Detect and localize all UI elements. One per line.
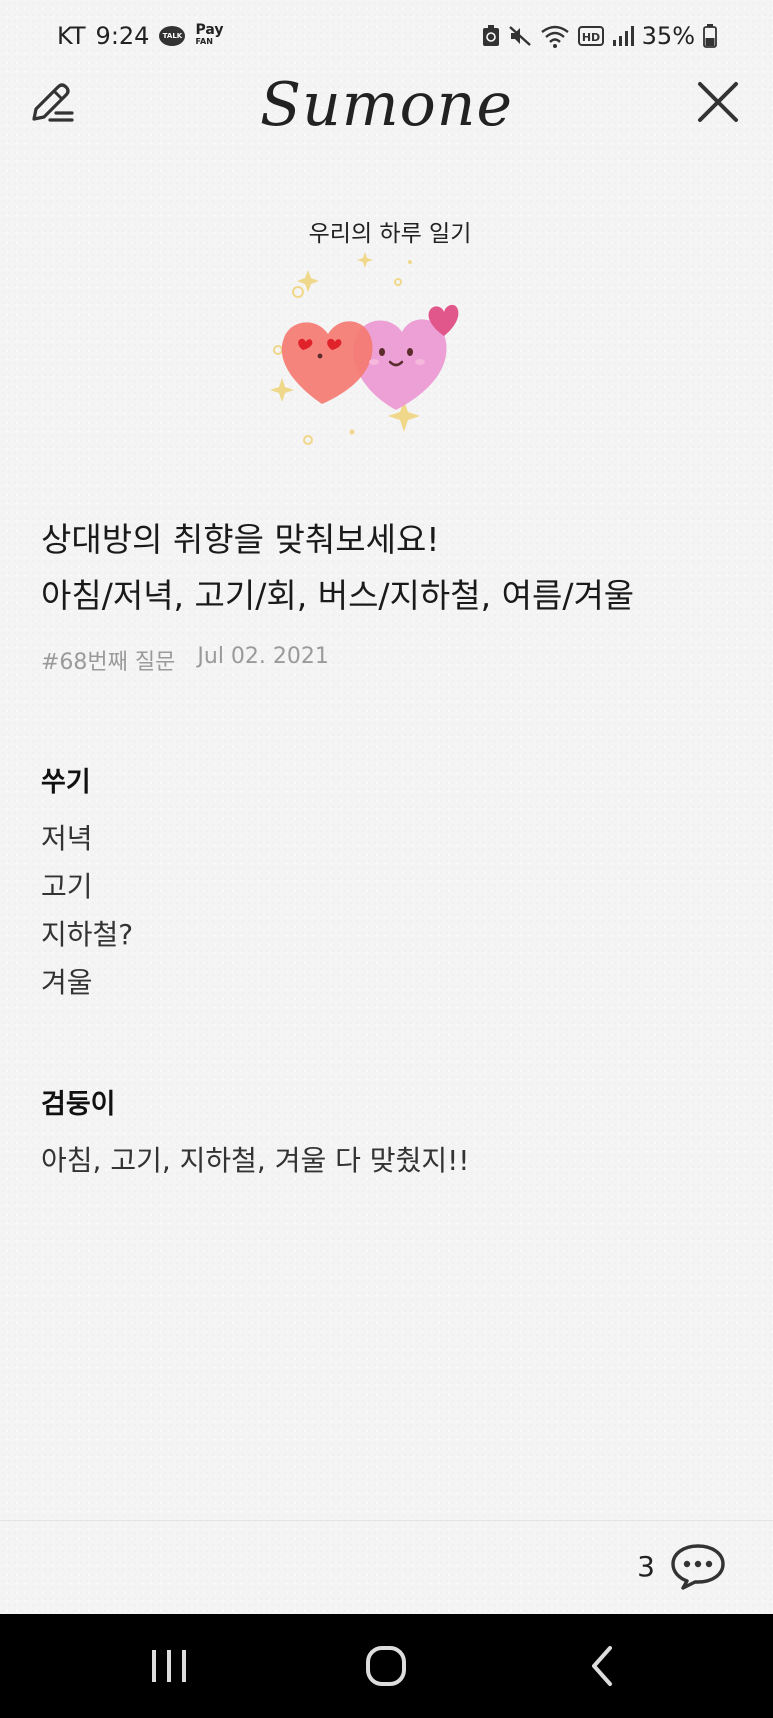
comment-count: 3	[637, 1549, 655, 1583]
answer-card: 검둥이 아침, 고기, 지하철, 겨울 다 맞췄지!!	[41, 1082, 741, 1185]
recent-apps-icon[interactable]	[144, 1644, 194, 1688]
question-options: 아침/저녁, 고기/회, 버스/지하철, 여름/겨울	[41, 576, 635, 615]
battery-saver-icon	[482, 25, 499, 46]
answer-line: 고기	[41, 870, 93, 903]
system-nav-bar	[0, 1614, 773, 1718]
chat-bubble-icon[interactable]	[669, 1542, 727, 1590]
battery-percent: 35%	[641, 22, 695, 50]
answer-text: 아침, 고기, 지하철, 겨울 다 맞췄지!!	[41, 1137, 741, 1185]
question-date: Jul 02. 2021	[197, 644, 329, 669]
status-bar: KT 9:24 TALK Pay FAN HD 35%	[0, 0, 773, 70]
diary-illustration: 우리의 하루 일기	[270, 210, 510, 460]
comment-button[interactable]: 3	[637, 1542, 727, 1590]
battery-icon	[703, 24, 717, 48]
svg-text:HD: HD	[581, 31, 599, 44]
status-left: KT 9:24 TALK Pay FAN	[57, 22, 223, 50]
answer-line: 지하철?	[41, 918, 134, 951]
app-header: Sumone	[0, 70, 773, 175]
answer-card: 쑤기 저녁 고기 지하철? 겨울	[41, 760, 741, 1007]
question-title: 상대방의 취향을 맞춰보세요!	[41, 520, 440, 559]
carrier-label: KT	[57, 22, 86, 50]
answer-line: 겨울	[41, 966, 93, 999]
answer-line: 아침, 고기, 지하철, 겨울 다 맞췄지!!	[41, 1144, 470, 1177]
status-right: HD 35%	[482, 22, 717, 50]
answer-author: 검둥이	[41, 1089, 116, 1120]
close-icon[interactable]	[695, 79, 741, 125]
home-icon[interactable]	[361, 1644, 411, 1688]
question-block: 상대방의 취향을 맞춰보세요! 아침/저녁, 고기/회, 버스/지하철, 여름/…	[41, 512, 741, 676]
hd-voice-icon: HD	[577, 26, 604, 46]
illustration-caption: 우리의 하루 일기	[308, 221, 472, 247]
wifi-icon	[540, 25, 569, 48]
pay-icon: Pay FAN	[195, 22, 224, 47]
hearts-illustration-icon	[270, 252, 459, 445]
answer-line: 저녁	[41, 822, 93, 855]
signal-icon	[612, 26, 634, 46]
pay-icon-bottom: FAN	[195, 37, 213, 46]
clock: 9:24	[95, 22, 150, 50]
mute-icon	[508, 26, 531, 46]
answer-author: 쑤기	[41, 767, 91, 798]
footer-divider	[0, 1520, 773, 1521]
question-meta: #68번째 질문 Jul 02. 2021	[41, 644, 741, 676]
kakaotalk-icon: TALK	[159, 26, 186, 46]
question-number: #68번째 질문	[41, 650, 176, 675]
pay-icon-top: Pay	[195, 22, 224, 38]
answer-text: 저녁 고기 지하철? 겨울	[41, 815, 741, 1007]
back-icon[interactable]	[578, 1644, 628, 1688]
app-title: Sumone	[260, 70, 513, 140]
